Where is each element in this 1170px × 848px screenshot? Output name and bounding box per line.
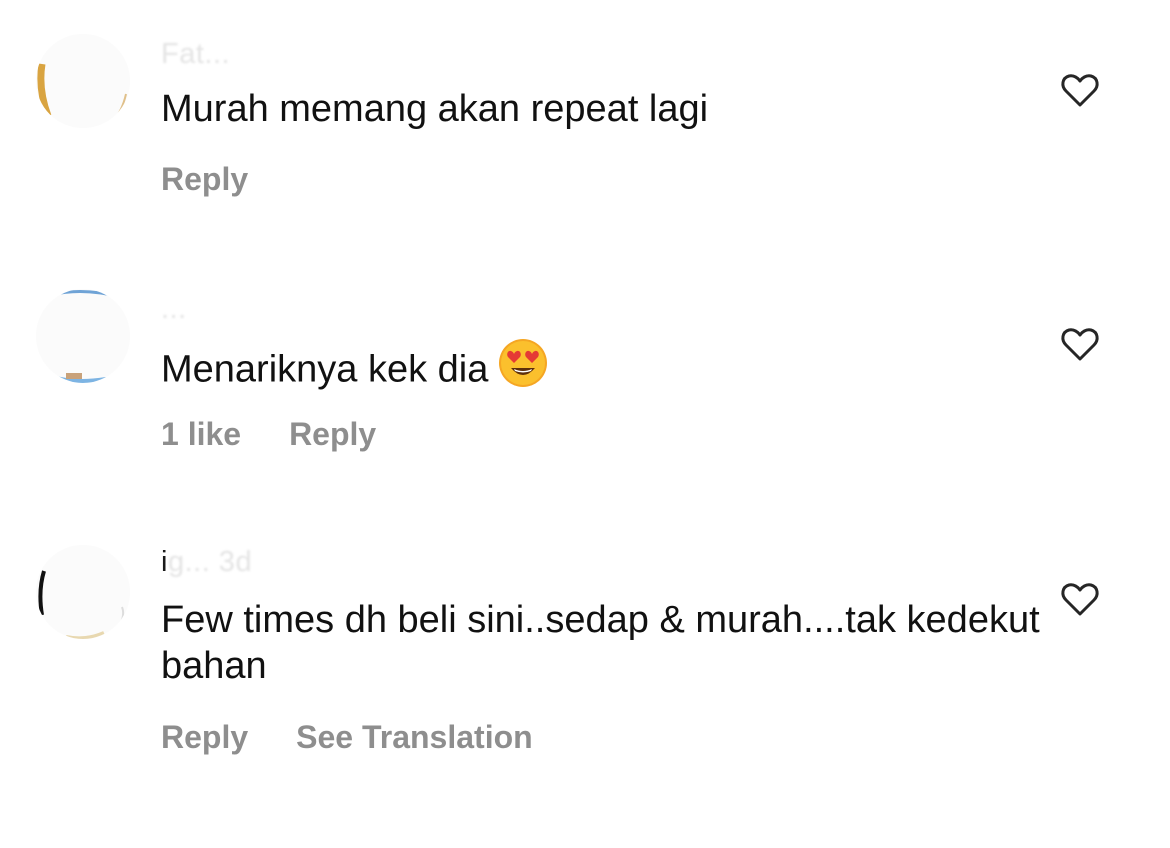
reply-button[interactable]: Reply — [289, 416, 376, 452]
comment-username[interactable]: ig... 3d — [161, 546, 252, 579]
comment-text-content: Menariknya kek dia — [161, 348, 489, 391]
comment-text: Murah memang akan repeat lagi — [161, 88, 709, 130]
see-translation-button[interactable]: See Translation — [296, 719, 533, 755]
avatar[interactable] — [36, 545, 130, 639]
reply-button[interactable]: Reply — [161, 719, 248, 755]
comment-username[interactable]: ... — [161, 293, 187, 326]
heart-eyes-emoji — [498, 338, 548, 399]
comment-username[interactable]: Fat... — [161, 38, 230, 71]
comment-actions: 1 like Reply — [161, 416, 424, 453]
avatar[interactable] — [36, 34, 130, 128]
comment-actions: Reply See Translation — [161, 719, 581, 756]
heart-outline-icon[interactable] — [1060, 324, 1100, 364]
heart-outline-icon[interactable] — [1060, 579, 1100, 619]
avatar[interactable] — [36, 289, 130, 383]
likes-count[interactable]: 1 like — [161, 416, 241, 452]
heart-outline-icon[interactable] — [1060, 70, 1100, 110]
reply-button[interactable]: Reply — [161, 161, 248, 197]
comment-actions: Reply — [161, 161, 296, 198]
comment-text: Menariknya kek dia — [161, 338, 1041, 402]
comment-text: Few times dh beli sini..sedap & murah...… — [161, 599, 1040, 687]
